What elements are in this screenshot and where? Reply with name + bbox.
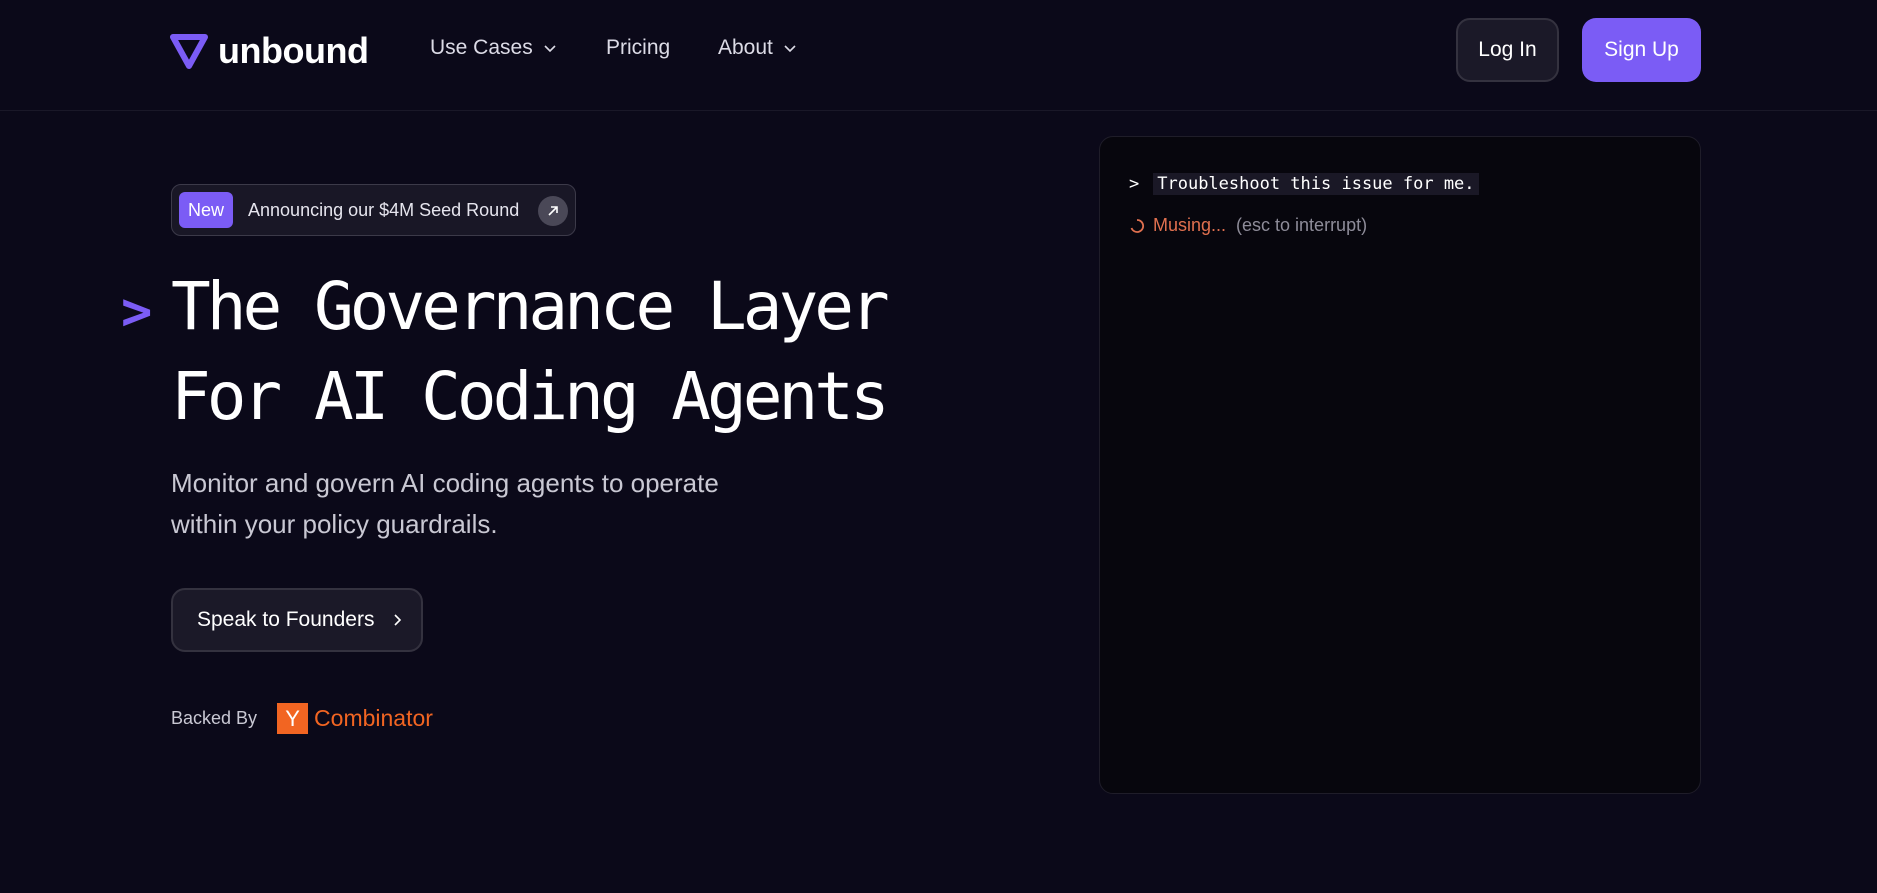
speak-to-founders-button[interactable]: Speak to Founders [171, 588, 423, 652]
spinner-icon [1130, 218, 1145, 233]
y-combinator-name: Combinator [314, 705, 433, 731]
nav-use-cases[interactable]: Use Cases [430, 36, 606, 60]
top-navigation: unbound Use Cases Pricing About Log In S… [0, 0, 1877, 111]
announcement-text: Announcing our $4M Seed Round [248, 199, 520, 220]
terminal-status: Musing... [1153, 215, 1227, 235]
nav-about-label: About [718, 36, 773, 59]
page-title-line-2: For AI Coding Agents [171, 358, 890, 435]
announcement-badge[interactable]: New Announcing our $4M Seed Round [171, 184, 576, 236]
speak-to-founders-label: Speak to Founders [197, 608, 375, 631]
unbound-logo-icon [170, 34, 208, 69]
brand-name: unbound [218, 30, 369, 71]
hero-subheading: Monitor and govern AI coding agents to o… [171, 468, 719, 539]
terminal-status-line: Musing... (esc to interrupt) [1129, 215, 1367, 236]
new-tag: New [179, 192, 234, 228]
page-title: The Governance Layer For AI Coding Agent… [171, 262, 890, 442]
brand-logo[interactable]: unbound [170, 30, 369, 72]
backed-by: Backed By Y Combinator [171, 703, 433, 734]
page-title-line-1: The Governance Layer [171, 268, 890, 345]
chevron-down-icon [784, 45, 796, 53]
nav-links: Use Cases Pricing About [430, 36, 818, 60]
headline-caret: > [121, 282, 153, 342]
terminal-prompt: > [1129, 174, 1140, 194]
terminal-command-line: > Troubleshoot this issue for me. [1129, 173, 1479, 195]
nav-pricing[interactable]: Pricing [606, 36, 718, 60]
nav-about[interactable]: About [718, 36, 818, 60]
backed-by-label: Backed By [171, 708, 258, 728]
terminal-demo: > Troubleshoot this issue for me. Musing… [1099, 136, 1701, 794]
y-combinator-logo-icon: Y [277, 703, 309, 734]
nav-use-cases-label: Use Cases [430, 36, 533, 59]
signup-button[interactable]: Sign Up [1582, 18, 1701, 82]
arrow-up-right-icon [538, 196, 568, 226]
login-button[interactable]: Log In [1456, 18, 1559, 82]
terminal-command: Troubleshoot this issue for me. [1153, 173, 1479, 195]
landing-page: unbound Use Cases Pricing About Log In S… [0, 0, 1877, 893]
nav-pricing-label: Pricing [606, 36, 671, 59]
terminal-hint: (esc to interrupt) [1236, 215, 1368, 235]
chevron-right-icon [394, 614, 402, 626]
chevron-down-icon [544, 45, 556, 53]
